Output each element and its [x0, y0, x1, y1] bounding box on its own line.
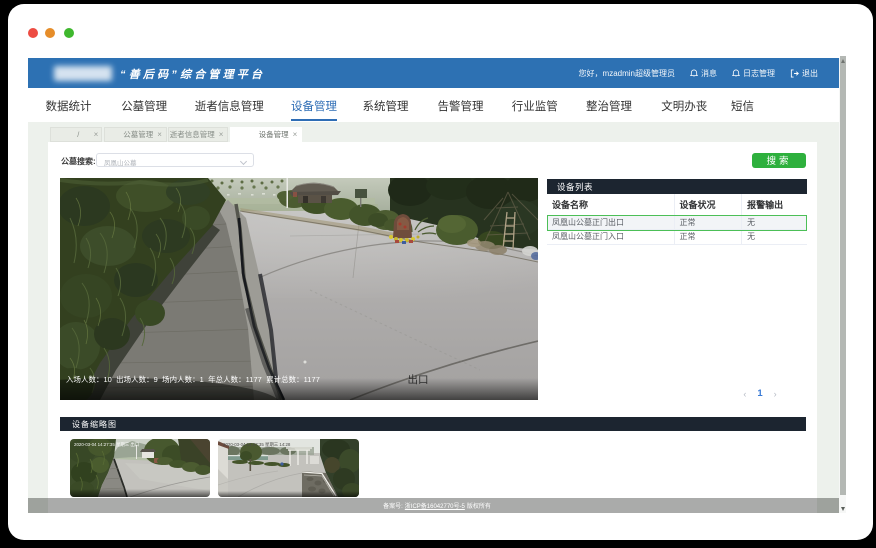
svg-text:入场人数：10 出场人数：9 场内人数：1 年总人数：: 入场人数：10 出场人数：9 场内人数：1 年总人数：1177 累计总数：117…: [66, 375, 320, 384]
svg-text:出口: 出口: [408, 373, 429, 386]
svg-text:2020-03-04 14:27:35 星期三 出口: 2020-03-04 14:27:35 星期三 出口: [74, 441, 139, 448]
